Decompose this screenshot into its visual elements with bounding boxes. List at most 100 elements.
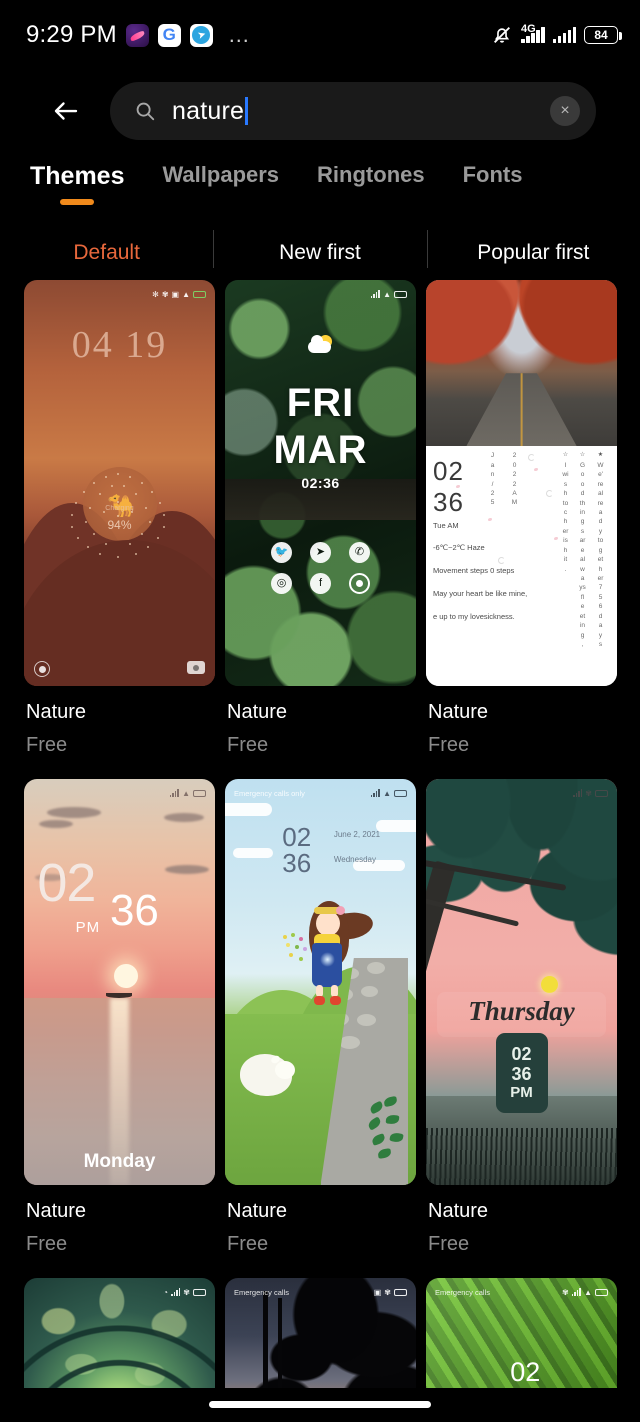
tab-fonts-label: Fonts [462,162,523,187]
theme-meta: Nature Free [426,686,617,757]
text-caret [245,97,248,125]
preview-status-bar: Emergency calls only ▲ [225,786,416,800]
sort-popular-first[interactable]: Popular first [426,228,640,278]
preview-clock-box: 02 36 PM [495,1032,548,1113]
theme-card[interactable]: 02 36 Ja n/2 5 2022AM ☆ Iwi s h to c h er is h it. [426,280,617,757]
theme-card[interactable]: ▲ FRI MAR 02:36 🐦 ➤ ✆ ◎ f Nature Free [225,280,416,757]
preview-minute: 36 [109,885,159,935]
clear-search-icon[interactable]: × [550,96,580,126]
preview-status-bar: ✾ [426,786,617,800]
telegram-icon [189,23,213,47]
search-query-text: nature [172,96,245,125]
tab-themes[interactable]: Themes [30,160,125,205]
preview-vertical-quote-1: ☆ Iwi s h to c h er is h it. [562,452,569,573]
preview-dow: Wednesday [333,855,376,865]
preview-charging-label: Charging [105,505,134,513]
theme-name: Nature [227,701,288,723]
preview-minute: 36 [433,487,464,518]
tab-active-underline [60,199,95,205]
theme-card[interactable]: Emergency calls only ▲ 02 36 June 2, 202… [225,779,416,1256]
theme-card[interactable]: ▲ 02 36 PM Monday Nature Free [24,779,215,1256]
preview-bottom-shortcuts [24,661,215,677]
tab-fonts[interactable]: Fonts [463,160,523,188]
theme-meta: Nature Free [225,1185,416,1256]
preview-status-bar: ◔ ✾ [24,1285,215,1299]
preview-date: June 2, 2021 [333,830,381,840]
telegram-icon: ➤ [310,541,331,563]
search-input[interactable]: nature × [110,82,596,140]
preview-hour: 02 [37,853,96,914]
status-bar-right: 4G 84 [491,23,622,46]
preview-minute: 36 [511,1063,532,1084]
theme-preview-pink-tree[interactable]: ✾ Thursday 02 36 PM [426,779,617,1185]
google-icon [157,23,181,47]
theme-preview-autumn-road[interactable]: 02 36 Ja n/2 5 2022AM ☆ Iwi s h to c h er is h it. [426,280,617,686]
preview-info-panel: 02 36 Ja n/2 5 2022AM ☆ Iwi s h to c h er is h it. [426,446,617,686]
preview-clock: 04 19 [71,323,168,366]
theme-meta: Nature Free [426,1185,617,1256]
app-purple-icon [125,23,149,47]
preview-dow: Monday [83,1150,156,1172]
preview-battery-percent: 94% [107,517,132,532]
theme-preview-desert-sunset[interactable]: ✻ ✾ ▣ ▲ 04 19 🐪 Charging 94% [24,280,215,686]
preview-hour: 02 [433,456,464,487]
preview-date-vertical-1: Ja n/2 5 [490,452,495,507]
preview-meridiem: PM [75,919,101,937]
theme-preview-forest-aerial[interactable]: ▲ FRI MAR 02:36 🐦 ➤ ✆ ◎ f [225,280,416,686]
facebook-icon: f [310,572,331,594]
theme-meta: Nature Free [24,1185,215,1256]
preview-status-bar: ▲ [225,287,416,301]
tab-themes-label: Themes [30,162,125,190]
theme-card[interactable]: ✾ Thursday 02 36 PM Nature Free [426,779,617,1256]
search-icon [136,102,155,121]
preview-dow: Thursday [468,996,575,1027]
category-tabs: Themes Wallpapers Ringtones Fonts [0,160,640,222]
theme-price: Free [26,1233,68,1255]
home-indicator[interactable] [209,1401,431,1408]
preview-status-bar: Emergency calls ✾ ▲ [426,1285,617,1299]
notification-overflow-icon: … [227,22,252,47]
theme-preview-sunset-sea[interactable]: ▲ 02 36 PM Monday [24,779,215,1185]
sort-options: Default New first Popular first [0,228,640,278]
preview-steps: Movement steps 0 steps [433,566,515,576]
battery-icon: 84 [584,26,622,44]
bell-muted-icon [491,24,513,46]
theme-price: Free [26,734,68,756]
preview-day: FRI [286,380,355,425]
results-row: ✻ ✾ ▣ ▲ 04 19 🐪 Charging 94% Nature Free… [24,280,640,757]
theme-price: Free [227,734,269,756]
preview-status-bar: ✻ ✾ ▣ ▲ [24,287,215,301]
preview-status-bar: Emergency calls ▣ ✾ [225,1285,416,1299]
preview-hour: 02 [510,1356,541,1387]
results-row: ▲ 02 36 PM Monday Nature Free Emergency … [24,779,640,1256]
tab-wallpapers[interactable]: Wallpapers [162,160,279,188]
preview-meridiem: PM [510,1083,533,1101]
weather-icon [307,334,334,353]
preview-vertical-quote-2: ☆ Go o d th in g s ar e al w a ys fl e et in g, [579,452,586,648]
search-bar: nature × [0,76,640,146]
sort-new-first[interactable]: New first [213,228,426,278]
preview-dow: Tue AM [433,520,459,530]
sort-default[interactable]: Default [0,228,213,278]
status-bar: 9:29 PM … 4G 84 [0,0,640,70]
preview-quote-line-1: May your heart be like mine, [433,588,528,598]
preview-carrier: Emergency calls only [234,788,305,798]
preview-weather: -6℃~2℃ Haze [433,543,485,553]
preview-hour: 02 [282,821,312,852]
tab-ringtones[interactable]: Ringtones [317,160,425,188]
theme-meta: Nature Free [24,686,215,757]
preview-hour: 02 [511,1043,532,1064]
signal-2-icon [552,27,576,43]
tab-wallpapers-label: Wallpapers [162,162,280,187]
preview-date-vertical-2: 2022AM [511,452,518,507]
theme-name: Nature [26,701,87,723]
fern-illustration [366,1095,412,1161]
theme-name: Nature [428,1200,489,1222]
camera-icon [187,661,205,674]
theme-preview-girl-illustration[interactable]: Emergency calls only ▲ 02 36 June 2, 202… [225,779,416,1185]
tab-ringtones-label: Ringtones [317,162,425,187]
preview-vertical-quote-3: ★ We' re al re a d y to g et h er 7 5 6 d a y s [597,452,604,648]
theme-card[interactable]: ✻ ✾ ▣ ▲ 04 19 🐪 Charging 94% Nature Free [24,280,215,757]
results-grid: ✻ ✾ ▣ ▲ 04 19 🐪 Charging 94% Nature Free… [24,280,640,1422]
back-button[interactable] [38,83,94,139]
